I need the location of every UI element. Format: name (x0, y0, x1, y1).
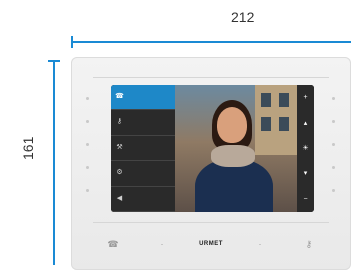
minus-icon[interactable]: − (303, 196, 307, 203)
building-window (261, 93, 271, 107)
right-soft-button[interactable] (331, 166, 335, 169)
dot-icon[interactable]: · (150, 239, 174, 249)
speaker-icon: ◀ (116, 194, 123, 202)
building-window (261, 117, 271, 131)
height-dimension-label: 161 (20, 136, 36, 160)
background-building (255, 85, 297, 155)
left-soft-button[interactable] (85, 120, 89, 123)
wrench-icon: ⚒ (116, 143, 123, 151)
right-soft-button[interactable] (331, 120, 335, 123)
visitor-scarf (211, 145, 255, 167)
brand-logo: URMET (199, 241, 223, 247)
display-screen: ☎ ⚷ ⚒ ⚙ ◀ + ▴ ☀ ▾ − (111, 85, 314, 212)
volume-up-icon[interactable]: ▴ (304, 120, 308, 127)
menu-item-settings[interactable]: ⚙ (111, 161, 175, 187)
key-icon[interactable]: ⚷ (297, 239, 321, 250)
screen-side-controls: + ▴ ☀ ▾ − (297, 85, 314, 212)
bottom-button-bar: ☎ · URMET · ⚷ (101, 235, 321, 253)
right-soft-button[interactable] (331, 143, 335, 146)
screen-menu: ☎ ⚷ ⚒ ⚙ ◀ (111, 85, 175, 212)
width-dimension-line (71, 41, 351, 43)
phone-icon: ☎ (115, 92, 124, 100)
menu-item-audio[interactable]: ◀ (111, 187, 175, 212)
width-dimension-tick (71, 36, 73, 48)
height-dimension-tick (48, 60, 60, 62)
dot-icon[interactable]: · (248, 239, 272, 249)
bezel-divider (93, 222, 329, 223)
handset-icon[interactable]: ☎ (101, 239, 125, 250)
menu-item-door[interactable]: ⚷ (111, 110, 175, 136)
video-intercom-device: ☎ ⚷ ⚒ ⚙ ◀ + ▴ ☀ ▾ − ☎ · URMET · ⚷ (71, 57, 351, 270)
left-button-dots (83, 97, 91, 212)
right-soft-button[interactable] (331, 97, 335, 100)
key-icon: ⚷ (116, 118, 123, 126)
left-soft-button[interactable] (85, 166, 89, 169)
settings-icon: ⚙ (116, 169, 123, 177)
building-window (279, 93, 289, 107)
right-button-dots (329, 97, 337, 212)
left-soft-button[interactable] (85, 143, 89, 146)
camera-video-feed (175, 85, 297, 212)
bezel-divider (93, 77, 329, 78)
menu-item-call[interactable]: ☎ (111, 85, 175, 111)
right-soft-button[interactable] (331, 189, 335, 192)
volume-down-icon[interactable]: ▾ (304, 170, 308, 177)
visitor-face (217, 107, 247, 143)
building-window (279, 117, 289, 131)
left-soft-button[interactable] (85, 189, 89, 192)
menu-item-tools[interactable]: ⚒ (111, 136, 175, 162)
brightness-icon[interactable]: ☀ (302, 145, 308, 152)
plus-icon[interactable]: + (303, 94, 307, 101)
height-dimension-line (53, 60, 55, 265)
left-soft-button[interactable] (85, 97, 89, 100)
width-dimension-label: 212 (231, 9, 255, 25)
